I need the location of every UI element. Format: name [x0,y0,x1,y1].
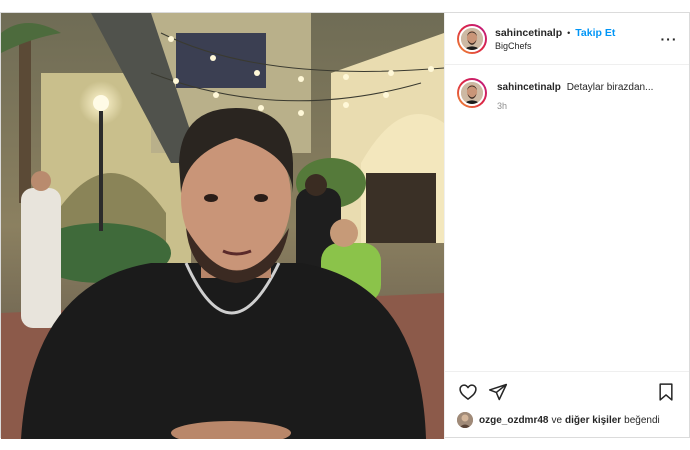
follow-button[interactable]: Takip Et [575,27,615,39]
caption-text: Detaylar birazdan... [566,82,654,93]
restaurant-portrait-image [1,13,444,439]
more-options-icon[interactable]: ··· [661,31,677,47]
post-side-panel: sahincetinalp • Takip Et BigChefs ··· sa… [444,13,689,439]
bookmark-icon[interactable] [655,381,677,403]
comments-section: sahincetinalp Detaylar birazdan... 3h [445,66,689,371]
post-header: sahincetinalp • Takip Et BigChefs ··· [445,13,689,65]
heart-icon[interactable] [457,381,479,403]
post-actions: ozge_ozdmr48 ve diğer kişiler beğendi [445,371,689,439]
avatar-icon [457,412,473,428]
post-dialog: sahincetinalp • Takip Et BigChefs ··· sa… [0,12,690,439]
separator-dot: • [567,27,571,38]
caption-timestamp[interactable]: 3h [497,101,653,111]
post-photo[interactable] [1,13,444,439]
liker-avatar[interactable] [457,412,473,428]
likes-joiner: ve [551,414,563,426]
paper-plane-icon[interactable] [487,381,509,403]
likes-suffix: beğendi [624,414,660,426]
author-avatar[interactable] [457,23,487,54]
avatar-icon [461,82,483,104]
caption-avatar[interactable] [457,78,487,108]
liker-username[interactable]: ozge_ozdmr48 [479,415,548,426]
avatar-icon [461,27,483,50]
caption-username[interactable]: sahincetinalp [497,82,561,93]
likes-summary: ozge_ozdmr48 ve diğer kişiler beğendi [445,412,689,428]
author-username[interactable]: sahincetinalp [495,27,562,39]
caption: sahincetinalp Detaylar birazdan... 3h [457,78,677,111]
post-location[interactable]: BigChefs [495,41,661,51]
action-icons-row [445,372,689,412]
likes-others-link[interactable]: diğer kişiler [565,415,621,426]
